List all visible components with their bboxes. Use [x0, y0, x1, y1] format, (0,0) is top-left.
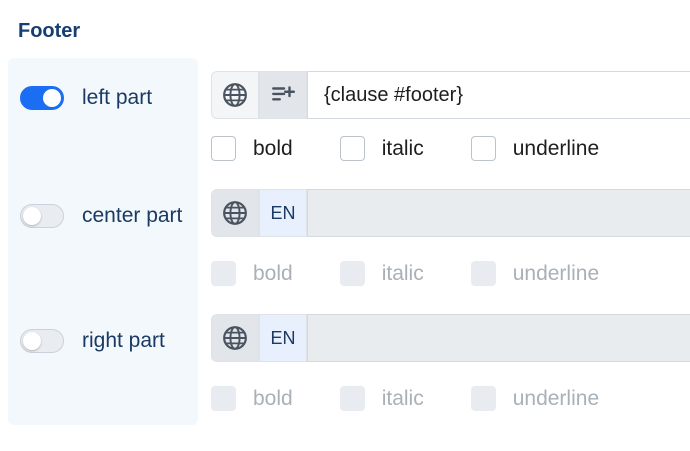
center-part-format-row: bold italic underline: [211, 261, 599, 286]
toggle-knob: [23, 332, 41, 350]
globe-icon: [223, 201, 247, 225]
right-italic-option[interactable]: italic: [339, 386, 424, 411]
language-button[interactable]: [211, 314, 259, 362]
center-italic-option[interactable]: italic: [339, 261, 424, 286]
center-part-input-group: EN: [211, 189, 690, 237]
bold-label: bold: [253, 261, 293, 285]
bold-label: bold: [253, 386, 293, 410]
left-underline-checkbox[interactable]: [470, 136, 496, 161]
toggle-knob: [23, 207, 41, 225]
language-button[interactable]: [211, 71, 259, 119]
bold-label: bold: [253, 136, 293, 160]
center-italic-checkbox[interactable]: [339, 261, 365, 286]
italic-label: italic: [381, 261, 424, 285]
right-part-label: right part: [82, 329, 165, 352]
right-underline-checkbox[interactable]: [470, 386, 496, 411]
language-button[interactable]: [211, 189, 259, 237]
right-italic-checkbox[interactable]: [339, 386, 365, 411]
insert-list-icon: [272, 86, 296, 101]
underline-label: underline: [512, 386, 600, 410]
right-bold-option[interactable]: bold: [211, 386, 293, 411]
left-bold-option[interactable]: bold: [211, 136, 293, 161]
center-part-toggle[interactable]: [20, 204, 64, 228]
center-part-text-input[interactable]: [307, 189, 690, 237]
toggle-knob: [43, 89, 61, 107]
insert-variable-button[interactable]: [259, 71, 307, 119]
center-underline-checkbox[interactable]: [470, 261, 496, 286]
right-bold-checkbox[interactable]: [211, 386, 236, 411]
left-bold-checkbox[interactable]: [211, 136, 236, 161]
right-part-input-group: EN: [211, 314, 690, 362]
left-italic-checkbox[interactable]: [339, 136, 365, 161]
right-part-row: right part: [20, 329, 165, 353]
left-part-input-group: {clause #footer}: [211, 71, 690, 119]
right-part-toggle[interactable]: [20, 329, 64, 353]
center-underline-option[interactable]: underline: [470, 261, 600, 286]
center-part-label: center part: [82, 204, 183, 227]
left-underline-option[interactable]: underline: [470, 136, 600, 161]
underline-label: underline: [512, 136, 600, 160]
globe-icon: [223, 326, 247, 350]
left-part-text-input[interactable]: {clause #footer}: [307, 71, 690, 119]
italic-label: italic: [381, 386, 424, 410]
right-underline-option[interactable]: underline: [470, 386, 600, 411]
center-bold-checkbox[interactable]: [211, 261, 236, 286]
underline-label: underline: [512, 261, 600, 285]
italic-label: italic: [381, 136, 424, 160]
globe-icon: [223, 83, 247, 107]
right-part-text-input[interactable]: [307, 314, 690, 362]
left-part-format-row: bold italic underline: [211, 136, 599, 161]
center-bold-option[interactable]: bold: [211, 261, 293, 286]
language-code-badge: EN: [259, 314, 307, 362]
toggle-panel: [8, 58, 198, 425]
language-code-badge: EN: [259, 189, 307, 237]
left-part-row: left part: [20, 86, 152, 110]
left-part-label: left part: [82, 86, 153, 109]
section-title: Footer: [18, 20, 81, 42]
center-part-row: center part: [20, 204, 182, 228]
left-part-toggle[interactable]: [20, 86, 64, 110]
right-part-format-row: bold italic underline: [211, 386, 599, 411]
left-italic-option[interactable]: italic: [339, 136, 424, 161]
